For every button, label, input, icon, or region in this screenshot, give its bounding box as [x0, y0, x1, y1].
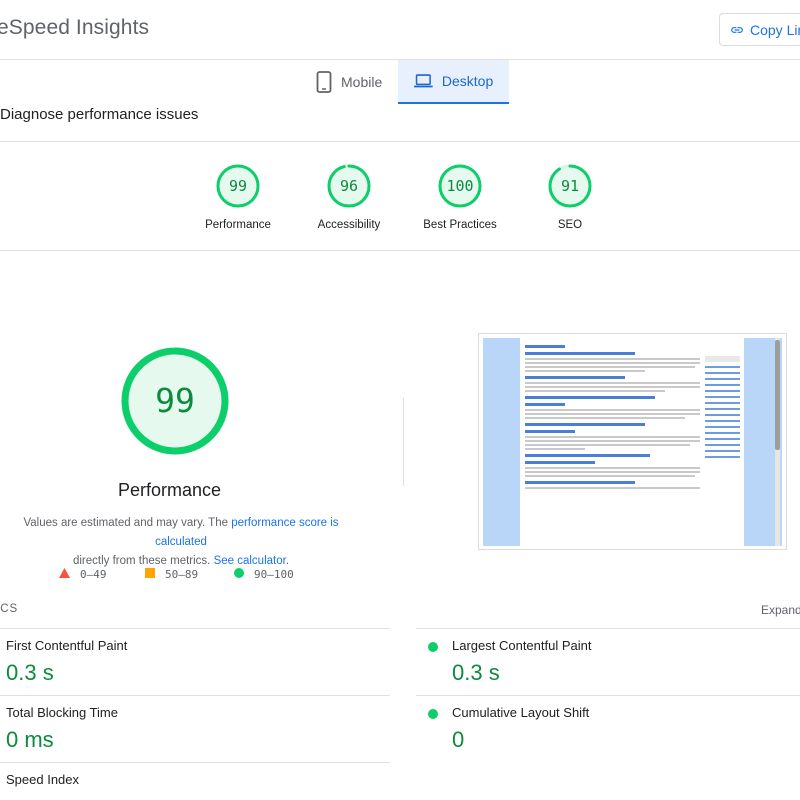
- legend-average: 50–89: [145, 568, 198, 581]
- metric-value: 0.3 s: [6, 660, 54, 685]
- legend-pass: 90–100: [234, 568, 294, 581]
- see-calculator-link[interactable]: See calculator.: [214, 555, 289, 567]
- metric-name: Cumulative Layout Shift: [452, 705, 590, 720]
- score-gauge-performance[interactable]: 99 Performance: [188, 163, 288, 231]
- vertical-divider: [403, 398, 404, 486]
- tab-mobile[interactable]: Mobile: [300, 60, 398, 104]
- score-value: 100: [446, 177, 474, 195]
- screenshot-scroll-thumb: [775, 340, 780, 450]
- legend-range: 0–49: [80, 568, 107, 581]
- legend-range: 50–89: [165, 568, 199, 581]
- app-title: eSpeed Insights: [0, 16, 150, 39]
- orange-square-icon: [145, 568, 155, 581]
- note-text: directly from these metrics.: [72, 555, 214, 567]
- section-title: Diagnose performance issues: [0, 106, 199, 123]
- expand-view-toggle[interactable]: Expand: [761, 603, 800, 617]
- metric-first-contentful-paint: First Contentful Paint 0.3 s: [0, 628, 390, 694]
- green-circle-icon: [234, 568, 244, 581]
- performance-score-value: 99: [155, 381, 195, 420]
- metric-value: 0: [452, 727, 465, 752]
- laptop-icon: [414, 74, 433, 88]
- metric-speed-index: Speed Index: [0, 762, 390, 800]
- final-screenshot-thumbnail[interactable]: [478, 333, 787, 550]
- metric-name: Total Blocking Time: [6, 705, 118, 720]
- score-gauge-seo[interactable]: 91 SEO: [520, 163, 620, 231]
- tab-mobile-label: Mobile: [341, 74, 383, 90]
- performance-main-gauge: 99: [119, 345, 231, 457]
- legend-fail: 0–49: [59, 568, 107, 581]
- tab-desktop-label: Desktop: [441, 73, 494, 89]
- mobile-phone-icon: [316, 71, 332, 93]
- metric-total-blocking-time: Total Blocking Time 0 ms: [0, 695, 390, 761]
- screenshot-page: [520, 338, 744, 546]
- score-gauge-accessibility[interactable]: 96 Accessibility: [299, 163, 399, 231]
- score-label: Accessibility: [317, 219, 381, 231]
- note-text: Values are estimated and may vary. The: [23, 517, 232, 529]
- metric-value: 0 ms: [6, 727, 54, 752]
- metric-name: Speed Index: [6, 772, 80, 787]
- legend-range: 90–100: [254, 568, 294, 581]
- metrics-heading: ICS: [0, 603, 19, 615]
- metric-cumulative-layout-shift: Cumulative Layout Shift 0: [416, 695, 800, 761]
- metric-name: Largest Contentful Paint: [452, 638, 592, 653]
- copy-link-button[interactable]: Copy Lin: [719, 13, 800, 46]
- metric-name: First Contentful Paint: [6, 638, 128, 653]
- green-circle-icon: [428, 709, 438, 719]
- score-value: 99: [228, 177, 248, 195]
- top-header: eSpeed Insights Copy Lin: [0, 0, 800, 60]
- score-label: Best Practices: [423, 219, 497, 231]
- score-label: SEO: [557, 219, 583, 231]
- metric-value: 0.3 s: [452, 660, 500, 685]
- device-tabs: Mobile Desktop: [300, 60, 510, 104]
- score-label: Performance: [205, 219, 271, 231]
- performance-title: Performance: [118, 480, 222, 500]
- screenshot-image: [483, 338, 782, 546]
- link-icon: [731, 26, 743, 33]
- screenshot-sidebar: [705, 356, 740, 462]
- score-value: 96: [339, 177, 359, 195]
- metric-largest-contentful-paint: Largest Contentful Paint 0.3 s: [416, 628, 800, 694]
- estimate-note: Values are estimated and may vary. The p…: [0, 514, 366, 571]
- score-value: 91: [560, 177, 580, 195]
- copy-link-label: Copy Lin: [750, 21, 800, 38]
- tab-desktop[interactable]: Desktop: [398, 60, 510, 104]
- green-circle-icon: [428, 642, 438, 652]
- red-triangle-icon: [59, 568, 70, 581]
- divider: [0, 141, 800, 142]
- divider: [0, 250, 800, 251]
- score-gauge-best-practices[interactable]: 100 Best Practices: [410, 163, 510, 231]
